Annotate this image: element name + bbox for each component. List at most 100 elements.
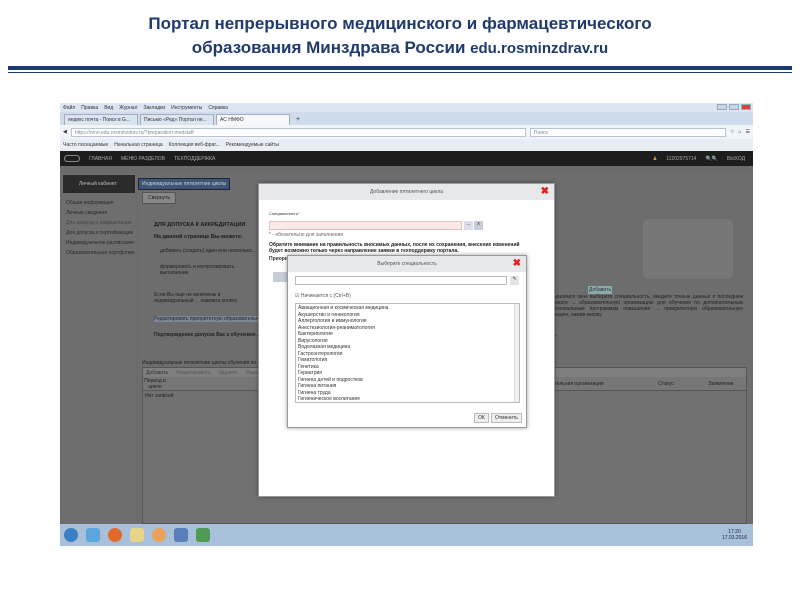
ok-button[interactable]: ОК: [474, 413, 489, 423]
word-icon[interactable]: [174, 528, 188, 542]
minimize-button[interactable]: [717, 104, 727, 110]
col-application: Заявление: [708, 380, 734, 387]
collapse-button[interactable]: Свернуть: [142, 192, 176, 204]
sidebar-item-certification[interactable]: Для допуска к сертификации: [66, 228, 134, 238]
menu-tools[interactable]: Инструменты: [171, 105, 202, 111]
pick-specialty-button[interactable]: ...: [464, 221, 473, 230]
ie-icon[interactable]: [86, 528, 100, 542]
bookmarks-bar: Часто посещаемые Начальная страница Колл…: [60, 139, 753, 151]
title-rule-thin: [8, 72, 792, 73]
dialog-title: Выберите специальность: [377, 261, 437, 267]
nav-sections[interactable]: МЕНЮ РАЗДЕЛОВ: [121, 156, 165, 162]
menu-icon[interactable]: ☰: [746, 129, 750, 135]
sidebar-item-accreditation[interactable]: Для допуска к аккредитации: [66, 218, 134, 228]
edit-priority-link[interactable]: Редактировать приоритетную образовательн…: [154, 316, 264, 322]
sidebar-item-personal[interactable]: Личные сведения: [66, 208, 134, 218]
menu-edit[interactable]: Правка: [81, 105, 98, 111]
explorer-icon[interactable]: [130, 528, 144, 542]
sidebar-item-schedule[interactable]: Индивидуальное расписание: [66, 238, 134, 248]
menu-help[interactable]: Справка: [208, 105, 228, 111]
paragraph-1b: В открывшемся окне выберите специальност…: [538, 294, 743, 318]
col-status: Статус: [658, 380, 674, 387]
menu-bookmarks[interactable]: Закладки: [143, 105, 165, 111]
menu-file[interactable]: Файл: [63, 105, 75, 111]
user-icon: ♟: [652, 155, 658, 162]
nav-support[interactable]: ТЕХПОДДЕРЖКА: [174, 156, 215, 162]
checkbox-label: Начинается с (Ctrl+B): [300, 293, 351, 299]
site-nav: ГЛАВНАЯ МЕНЮ РАЗДЕЛОВ ТЕХПОДДЕРЖКА ♟ 112…: [60, 151, 753, 166]
warning-text: Обратите внимание на правильность вносим…: [269, 242, 520, 254]
dialog-header: Добавление пятилетнего цикла ✖: [259, 184, 554, 200]
section-heading: ДЛЯ ДОПУСКА К АККРЕДИТАЦИИ: [154, 222, 246, 228]
close-icon[interactable]: ✖: [513, 258, 521, 269]
specialty-list: Авиационная и космическая медицина Акуше…: [295, 303, 520, 403]
eraser-icon[interactable]: ✎: [510, 276, 519, 285]
tab-mail[interactable]: Письмо «Ред» Портал не...: [140, 114, 214, 125]
user-id: 11202975714: [666, 155, 697, 162]
sidebar-header: Личный кабинет: [63, 175, 135, 193]
clear-specialty-button[interactable]: x: [474, 221, 483, 230]
specialty-search-input[interactable]: [295, 276, 507, 285]
list-scrollbar[interactable]: [514, 304, 519, 402]
list-item[interactable]: Гигиеническое воспитание: [298, 396, 517, 402]
search-input[interactable]: Поиск: [529, 127, 726, 137]
excel-icon[interactable]: [196, 528, 210, 542]
title-line-2: образования Минздрава России edu.rosminz…: [0, 36, 800, 61]
select-specialty-dialog: Выберите специальность ✖ ✎ ☑ Начинается с…: [287, 255, 527, 428]
new-tab-button[interactable]: +: [292, 116, 304, 125]
site-logo: [64, 155, 80, 162]
slide-title: Портал непрерывного медицинского и фарма…: [0, 12, 800, 61]
menu-view[interactable]: Вид: [104, 105, 113, 111]
url-bar[interactable]: https://nmo.edu.rosminzdrav.ru/?preparat…: [70, 127, 526, 137]
dialog-header: Выберите специальность ✖: [288, 256, 526, 272]
bookmark-frequent[interactable]: Часто посещаемые: [63, 142, 108, 148]
dialog-title: Добавление пятилетнего цикла: [369, 189, 444, 195]
delete-button[interactable]: Удалить: [219, 370, 238, 376]
firefox-icon[interactable]: [108, 528, 122, 542]
nav-home[interactable]: ГЛАВНАЯ: [89, 156, 112, 162]
title-line-1: Портал непрерывного медицинского и фарма…: [148, 14, 652, 33]
sidebar: Личный кабинет Общая информация Личные с…: [62, 174, 136, 524]
start-button[interactable]: [64, 528, 78, 542]
specialty-label: Специальность*: [269, 211, 300, 216]
bookmark-webslices[interactable]: Коллекция веб-фраг...: [169, 142, 220, 148]
cancel-button[interactable]: Отменить: [491, 413, 522, 423]
maximize-button[interactable]: [729, 104, 739, 110]
title-org: образования Минздрава России: [191, 38, 466, 57]
logout-link[interactable]: ВЫХОД: [727, 156, 745, 162]
menu-history[interactable]: Журнал: [119, 105, 137, 111]
home-icon[interactable]: ⌂: [738, 129, 741, 135]
url-row: ◀ https://nmo.edu.rosminzdrav.ru/?prepar…: [60, 125, 753, 139]
tab-nmfo[interactable]: АС НМФО: [216, 114, 290, 125]
bookmark-home[interactable]: Начальная страница: [114, 142, 162, 148]
clock[interactable]: 17:20 17.03.2016: [722, 529, 747, 541]
star-icon[interactable]: ☆: [730, 129, 734, 135]
add-button[interactable]: Добавить: [146, 370, 168, 376]
stethoscope-image: [643, 219, 733, 279]
specialty-field[interactable]: [269, 221, 462, 230]
menu-bar: Файл Правка Вид Журнал Закладки Инструме…: [60, 103, 753, 112]
edit-button[interactable]: Редактировать: [176, 370, 211, 376]
specialty-label-text: Специальность: [269, 211, 298, 216]
section-subheading: На данной странице Вы можете:: [154, 234, 243, 240]
tab-strip: яндекс почта - Поиск в G... Письмо «Ред»…: [60, 112, 753, 125]
taskbar: 17:20 17.03.2016: [60, 524, 753, 546]
starts-with-checkbox[interactable]: ☑ Начинается с (Ctrl+B): [295, 293, 351, 299]
bullet-2: формировать и контролировать выполнение: [160, 264, 235, 276]
bookmark-recommended[interactable]: Рекомендуемые сайты: [226, 142, 279, 148]
window-controls: [717, 104, 751, 110]
app-icon[interactable]: [152, 528, 166, 542]
paragraph-1: Если Вы еще не включены в индивидуальный…: [154, 292, 238, 304]
zoom-icons[interactable]: 🔍🔍: [705, 156, 717, 162]
sidebar-item-general[interactable]: Общая информация: [66, 198, 134, 208]
required-note: * - обязательно для заполнения: [269, 232, 344, 238]
tab-yandex[interactable]: яндекс почта - Поиск в G...: [64, 114, 138, 125]
inline-add-label: Добавить: [588, 286, 613, 294]
close-window-button[interactable]: [741, 104, 751, 110]
title-url: edu.rosminzdrav.ru: [470, 40, 609, 57]
close-icon[interactable]: ✖: [541, 186, 549, 197]
back-icon[interactable]: ◀: [63, 129, 67, 135]
browser-screenshot: Файл Правка Вид Журнал Закладки Инструме…: [60, 103, 753, 546]
sidebar-item-portfolio[interactable]: Образовательное портфолио: [66, 248, 134, 258]
tab-five-year-cycles[interactable]: Индивидуальные пятилетние циклы: [138, 178, 231, 190]
